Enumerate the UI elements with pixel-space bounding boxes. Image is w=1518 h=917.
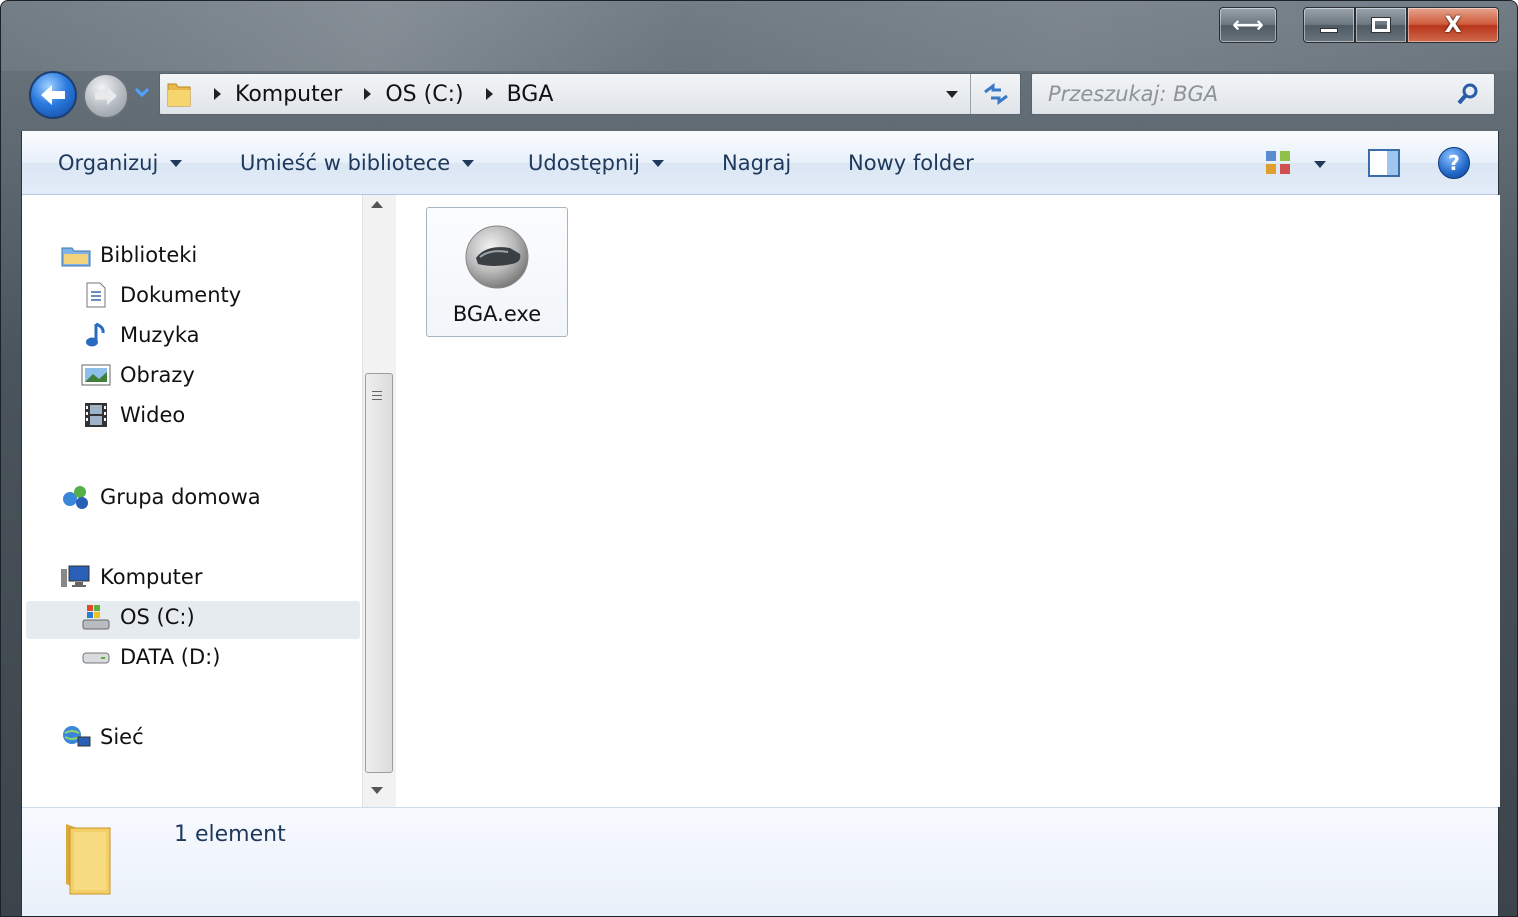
chevron-down-icon xyxy=(462,159,475,167)
preview-pane-button[interactable] xyxy=(1368,149,1400,177)
sidebar-item-documents[interactable]: Dokumenty xyxy=(80,277,241,313)
sidebar-item-drive-c[interactable]: OS (C:) xyxy=(80,599,195,635)
burn-label: Nagraj xyxy=(722,151,792,175)
view-icon xyxy=(1266,151,1290,174)
search-box[interactable] xyxy=(1031,73,1495,115)
breadcrumb-bga[interactable]: BGA xyxy=(507,82,554,107)
command-bar: Organizuj Umieść w bibliotece Udostępnij… xyxy=(22,131,1498,195)
navigation-pane: Biblioteki Dokumenty Muzyka Obrazy Wideo… xyxy=(22,195,394,807)
network-icon xyxy=(60,723,92,751)
chevron-down-icon xyxy=(134,87,150,98)
close-icon: X xyxy=(1444,12,1462,38)
navigation-scrollbar[interactable] xyxy=(362,195,396,807)
breadcrumb-separator[interactable] xyxy=(214,88,221,100)
sidebar-label: Grupa domowa xyxy=(100,485,261,509)
sidebar-label: Obrazy xyxy=(120,363,195,387)
computer-icon xyxy=(60,563,92,591)
minimize-icon xyxy=(1320,27,1338,33)
search-icon[interactable] xyxy=(1456,82,1480,106)
sidebar-item-computer[interactable]: Komputer xyxy=(60,559,202,595)
folder-icon xyxy=(66,824,111,895)
scroll-grip-icon xyxy=(372,391,382,401)
forward-arrow-icon xyxy=(95,86,117,106)
sidebar-item-pictures[interactable]: Obrazy xyxy=(80,357,195,393)
file-list[interactable]: BGA.exe xyxy=(396,195,1500,807)
sidebar-label: Sieć xyxy=(100,725,144,749)
organize-label: Organizuj xyxy=(58,151,159,175)
sidebar-item-network[interactable]: Sieć xyxy=(60,719,144,755)
music-note-icon xyxy=(80,321,112,349)
sidebar-item-homegroup[interactable]: Grupa domowa xyxy=(60,479,261,515)
view-dropdown-button[interactable] xyxy=(1314,161,1326,168)
sidebar-item-music[interactable]: Muzyka xyxy=(80,317,200,353)
address-bar[interactable]: Komputer OS (C:) BGA xyxy=(159,73,1021,115)
new-folder-label: Nowy folder xyxy=(848,151,974,175)
scroll-down-arrow[interactable] xyxy=(371,787,383,794)
file-item[interactable]: BGA.exe xyxy=(426,207,568,337)
chevron-down-icon xyxy=(651,159,664,167)
organize-button[interactable]: Organizuj xyxy=(58,131,183,195)
refresh-button[interactable] xyxy=(970,74,1020,114)
hard-drive-icon xyxy=(80,643,112,671)
explorer-window: ⟷ X Komputer OS (C:) BGA Przeszukaj: BGA… xyxy=(0,0,1518,917)
sidebar-label: Dokumenty xyxy=(120,283,242,307)
search-input[interactable] xyxy=(1048,82,1448,106)
sidebar-item-drive-d[interactable]: DATA (D:) xyxy=(80,639,220,675)
system-drive-icon xyxy=(80,603,112,631)
snap-icon: ⟷ xyxy=(1232,12,1264,38)
details-pane: 1 element xyxy=(22,807,1498,916)
minimize-button[interactable] xyxy=(1303,7,1355,43)
breadcrumb-drive-c[interactable]: OS (C:) xyxy=(385,82,463,107)
film-icon xyxy=(80,401,112,429)
maximize-button[interactable] xyxy=(1355,7,1407,43)
back-arrow-icon xyxy=(41,85,65,105)
sidebar-label: DATA (D:) xyxy=(120,645,221,669)
sidebar-label: OS (C:) xyxy=(120,605,195,629)
sidebar-label: Wideo xyxy=(120,403,186,427)
scroll-thumb[interactable] xyxy=(365,373,393,773)
help-icon: ? xyxy=(1448,151,1460,175)
pictures-icon xyxy=(80,361,112,389)
forward-button[interactable] xyxy=(83,73,129,119)
homegroup-icon xyxy=(60,483,92,511)
sidebar-label: Muzyka xyxy=(120,323,200,347)
include-in-library-label: Umieść w bibliotece xyxy=(240,151,451,175)
breadcrumb-separator[interactable] xyxy=(485,88,493,100)
libraries-icon xyxy=(60,241,92,269)
share-label: Udostępnij xyxy=(528,151,640,175)
sidebar-item-videos[interactable]: Wideo xyxy=(80,397,185,433)
refresh-icon xyxy=(983,83,1008,105)
file-name: BGA.exe xyxy=(452,302,542,326)
help-button[interactable]: ? xyxy=(1438,147,1470,179)
address-dropdown-button[interactable] xyxy=(940,74,964,114)
snap-button[interactable]: ⟷ xyxy=(1219,7,1277,43)
executable-file-icon xyxy=(465,225,529,289)
document-icon xyxy=(80,281,112,309)
item-count: 1 element xyxy=(174,822,286,847)
history-dropdown[interactable] xyxy=(134,87,151,103)
chevron-down-icon xyxy=(170,159,183,167)
maximize-icon xyxy=(1371,17,1391,33)
back-button[interactable] xyxy=(29,71,77,119)
content-frame: Organizuj Umieść w bibliotece Udostępnij… xyxy=(21,131,1500,916)
breadcrumb-separator[interactable] xyxy=(364,88,372,100)
sidebar-label: Biblioteki xyxy=(100,243,198,267)
breadcrumb-komputer[interactable]: Komputer xyxy=(235,82,342,107)
close-button[interactable]: X xyxy=(1407,7,1499,43)
include-in-library-button[interactable]: Umieść w bibliotece xyxy=(240,131,475,195)
folder-icon xyxy=(166,80,192,108)
new-folder-button[interactable]: Nowy folder xyxy=(848,131,974,195)
sidebar-label: Komputer xyxy=(100,565,203,589)
burn-button[interactable]: Nagraj xyxy=(722,131,791,195)
scroll-up-arrow[interactable] xyxy=(371,201,383,208)
sidebar-item-libraries[interactable]: Biblioteki xyxy=(60,237,197,273)
change-view-button[interactable] xyxy=(1264,149,1294,177)
share-button[interactable]: Udostępnij xyxy=(528,131,664,195)
